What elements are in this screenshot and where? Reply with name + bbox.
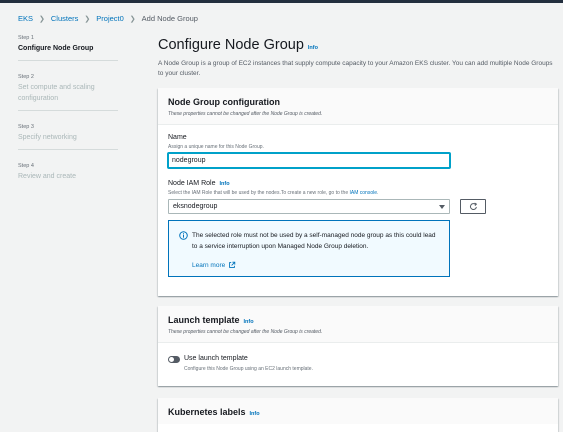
step-3: Step 3 Specify networking bbox=[18, 123, 118, 150]
refresh-button[interactable] bbox=[460, 199, 486, 214]
panel-header: Kubernetes labels Info bbox=[158, 398, 558, 424]
launch-template-toggle-row: Use launch template Configure this Node … bbox=[168, 355, 548, 372]
chevron-right-icon: ❯ bbox=[129, 15, 136, 23]
breadcrumb: EKS ❯ Clusters ❯ Project0 ❯ Add Node Gro… bbox=[18, 14, 198, 23]
step-number: Step 2 bbox=[18, 74, 34, 80]
role-label-text: Node IAM Role bbox=[168, 180, 216, 187]
step-1[interactable]: Step 1 Configure Node Group bbox=[18, 34, 118, 61]
role-label: Node IAM Role Info bbox=[168, 180, 548, 187]
step-2: Step 2 Set compute and scaling configura… bbox=[18, 73, 118, 111]
toggle-label: Use launch template bbox=[184, 355, 248, 362]
step-name: Configure Node Group bbox=[18, 45, 94, 52]
panel-body: Use launch template Configure this Node … bbox=[158, 343, 558, 381]
page-header: Configure Node Group Info A Node Group i… bbox=[158, 36, 558, 79]
name-input[interactable]: nodegroup bbox=[168, 153, 450, 168]
name-description: Assign a unique name for this Node Group… bbox=[168, 144, 264, 150]
info-alert: The selected role must not be used by a … bbox=[168, 220, 450, 277]
panel-title-text: Kubernetes labels bbox=[168, 407, 246, 417]
launch-info-link[interactable]: Info bbox=[244, 319, 254, 325]
breadcrumb-eks[interactable]: EKS bbox=[18, 14, 33, 23]
panel-subtitle: These properties cannot be changed after… bbox=[168, 111, 323, 117]
page-info-link[interactable]: Info bbox=[308, 39, 318, 57]
panel-body: Name Assign a unique name for this Node … bbox=[158, 125, 558, 286]
role-desc-end: . bbox=[377, 190, 379, 196]
step-number: Step 1 bbox=[18, 35, 34, 41]
name-label: Name bbox=[168, 134, 187, 141]
breadcrumb-clusters[interactable]: Clusters bbox=[51, 14, 79, 23]
panel-title: Node Group configuration bbox=[168, 97, 280, 107]
role-desc-text: Select the IAM Role that will be used by… bbox=[168, 190, 350, 196]
alert-text: The selected role must not be used by a … bbox=[192, 232, 436, 250]
toggle-text: Use launch template Configure this Node … bbox=[184, 355, 313, 372]
page-title: Configure Node Group Info bbox=[158, 36, 558, 57]
launch-template-panel: Launch template Info These properties ca… bbox=[158, 306, 558, 386]
toggle-description: Configure this Node Group using an EC2 l… bbox=[184, 366, 313, 372]
chevron-right-icon: ❯ bbox=[84, 15, 91, 23]
panel-title-text: Launch template bbox=[168, 315, 240, 325]
alert-content: The selected role must not be used by a … bbox=[188, 230, 439, 269]
panel-header: Launch template Info These properties ca… bbox=[158, 306, 558, 343]
panel-title: Launch template Info bbox=[168, 315, 548, 325]
step-number: Step 4 bbox=[18, 163, 34, 169]
learn-more-link[interactable]: Learn more bbox=[192, 261, 439, 269]
labels-info-link[interactable]: Info bbox=[250, 411, 260, 417]
step-name: Specify networking bbox=[18, 134, 77, 141]
info-circle-icon bbox=[179, 231, 188, 240]
panel-title: Kubernetes labels Info bbox=[168, 407, 548, 417]
refresh-icon bbox=[469, 202, 477, 211]
role-select-row: eksnodegroup bbox=[168, 199, 548, 214]
panel-subtitle: These properties cannot be changed after… bbox=[168, 329, 323, 335]
step-number: Step 3 bbox=[18, 124, 34, 130]
step-4: Step 4 Review and create bbox=[18, 162, 118, 188]
launch-template-toggle[interactable] bbox=[168, 356, 180, 363]
panel-header: Node Group configuration These propertie… bbox=[158, 88, 558, 125]
role-select[interactable]: eksnodegroup bbox=[168, 199, 450, 214]
page-title-text: Configure Node Group bbox=[158, 37, 304, 53]
breadcrumb-current: Add Node Group bbox=[141, 14, 198, 23]
wizard-steps: Step 1 Configure Node Group Step 2 Set c… bbox=[18, 34, 118, 200]
step-name: Review and create bbox=[18, 173, 76, 180]
chevron-right-icon: ❯ bbox=[39, 15, 45, 23]
node-group-config-panel: Node Group configuration These propertie… bbox=[158, 88, 558, 296]
breadcrumb-project[interactable]: Project0 bbox=[96, 14, 124, 23]
caret-down-icon bbox=[439, 205, 445, 209]
toggle-knob bbox=[169, 357, 174, 362]
role-select-value: eksnodegroup bbox=[173, 203, 218, 210]
external-link-icon bbox=[229, 261, 236, 268]
top-bar bbox=[0, 0, 563, 3]
role-description: Select the IAM Role that will be used by… bbox=[168, 190, 548, 196]
iam-console-link[interactable]: IAM console bbox=[350, 190, 378, 196]
step-name: Set compute and scaling configuration bbox=[18, 84, 95, 102]
learn-more-text: Learn more bbox=[192, 261, 226, 269]
page-description: A Node Group is a group of EC2 instances… bbox=[158, 60, 553, 77]
role-info-link[interactable]: Info bbox=[219, 181, 229, 187]
kubernetes-labels-panel: Kubernetes labels Info bbox=[158, 398, 558, 432]
